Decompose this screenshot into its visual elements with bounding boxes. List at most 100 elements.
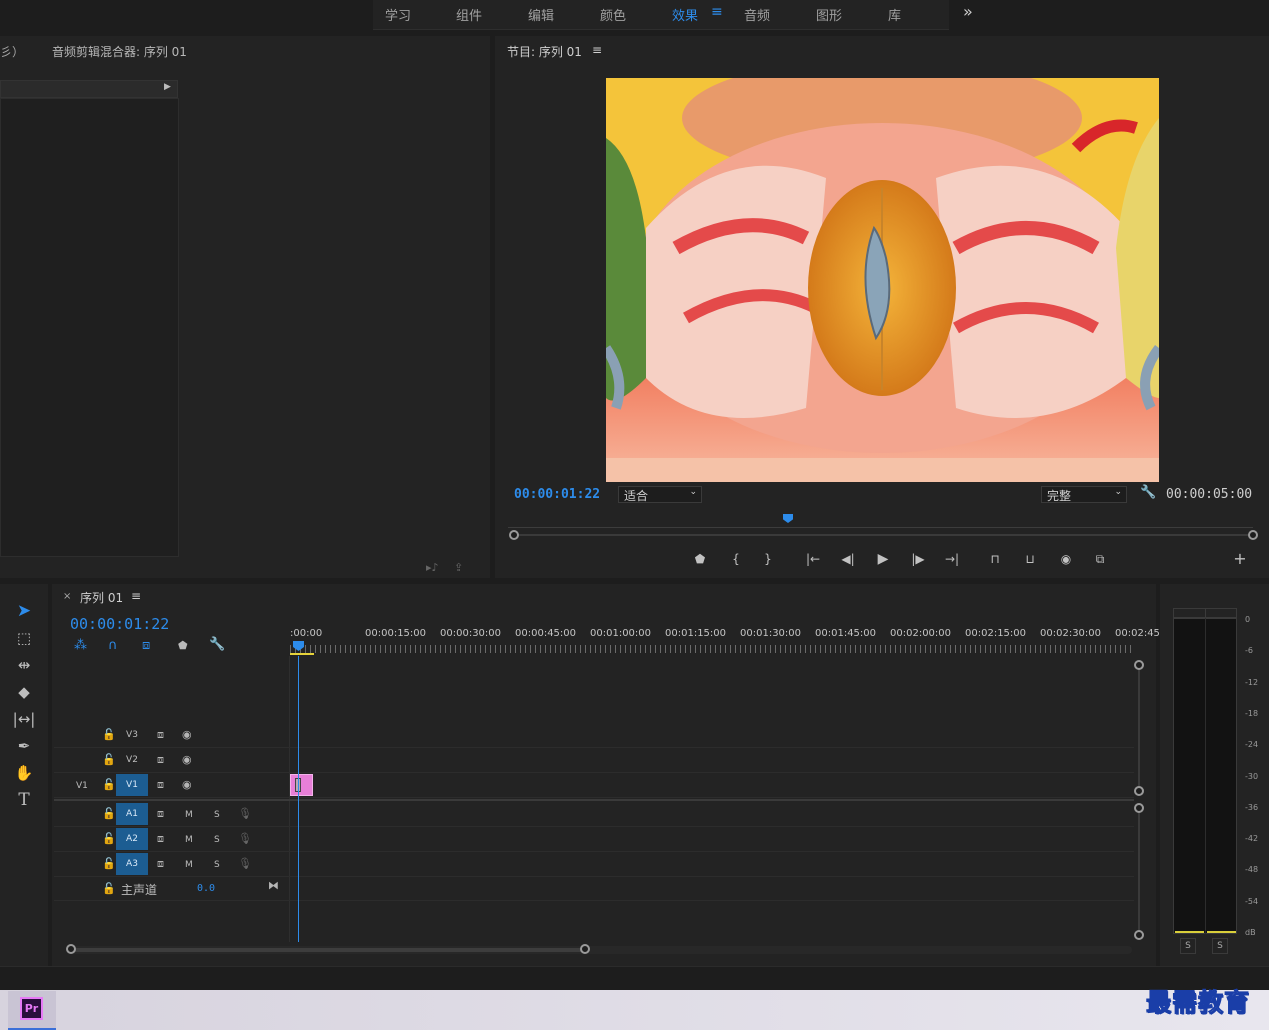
program-zoom-bar[interactable] — [513, 534, 1253, 536]
workspace-overflow-icon[interactable]: » — [963, 2, 973, 21]
expand-right-icon[interactable]: ▶ — [164, 82, 171, 92]
horizontal-scroll-thumb[interactable] — [70, 948, 585, 952]
timeline-tab-menu-icon[interactable]: ≡ — [131, 589, 141, 603]
h-scroll-handle-right[interactable] — [580, 944, 590, 954]
lock-icon[interactable]: 🔓 — [102, 882, 116, 895]
add-marker-icon[interactable]: ⬟ — [690, 549, 710, 569]
timeline-timecode[interactable]: 00:00:01:22 — [70, 615, 169, 633]
lock-icon[interactable]: 🔓 — [102, 807, 116, 820]
mark-out-icon[interactable]: } — [758, 549, 778, 569]
workspace-tab[interactable]: 组件 — [456, 5, 482, 24]
go-to-in-icon[interactable]: |← — [803, 549, 823, 569]
ripple-edit-tool-icon[interactable]: ⇹ — [12, 654, 36, 676]
vertical-scrollbar-bottom[interactable] — [1138, 808, 1140, 934]
eye-icon[interactable]: ◉ — [182, 778, 192, 791]
microphone-icon[interactable]: 🎙 — [238, 857, 252, 870]
workspace-tab[interactable]: 图形 — [816, 5, 842, 24]
sync-lock-icon[interactable]: ⧈ — [157, 857, 164, 871]
premiere-app-icon[interactable]: Pr — [20, 997, 43, 1020]
camera-icon[interactable]: ◉ — [1056, 549, 1076, 569]
program-mini-ruler[interactable] — [508, 516, 1253, 528]
source-patch-label[interactable]: V1 — [76, 781, 88, 791]
eye-icon[interactable]: ◉ — [182, 728, 192, 741]
program-current-timecode[interactable]: 00:00:01:22 — [514, 487, 600, 502]
workspace-tab[interactable]: 学习 — [385, 5, 411, 24]
step-back-icon[interactable]: ◀| — [838, 549, 858, 569]
lock-icon[interactable]: 🔓 — [102, 753, 116, 766]
h-scroll-handle-left[interactable] — [66, 944, 76, 954]
audio-output-icon[interactable]: ▸♪ — [426, 561, 439, 574]
workspace-tab[interactable]: 音频 — [744, 5, 770, 24]
solo-button[interactable]: S — [214, 810, 220, 820]
wrench-icon[interactable]: 🔧 — [1140, 485, 1156, 500]
razor-tool-icon[interactable]: ◆ — [12, 681, 36, 703]
mute-button[interactable]: M — [185, 810, 193, 820]
v-scroll-handle-2[interactable] — [1134, 786, 1144, 796]
v-scroll-handle-3[interactable] — [1134, 803, 1144, 813]
mark-in-icon[interactable]: { — [726, 549, 746, 569]
sync-lock-icon[interactable]: ⧈ — [157, 778, 164, 792]
timeline-tab-title[interactable]: 序列 01 — [80, 589, 123, 606]
workspace-menu-icon[interactable]: ≡ — [711, 4, 723, 20]
slip-tool-icon[interactable]: |↔| — [12, 708, 36, 730]
solo-left-button[interactable]: S — [1180, 938, 1196, 954]
extract-icon[interactable]: ⊔ — [1020, 549, 1040, 569]
add-button-icon[interactable]: + — [1230, 549, 1250, 569]
lock-icon[interactable]: 🔓 — [102, 832, 116, 845]
lock-icon[interactable]: 🔓 — [102, 778, 116, 791]
mute-button[interactable]: M — [185, 860, 193, 870]
zoom-handle-left[interactable] — [509, 530, 519, 540]
program-monitor-title[interactable]: 节目: 序列 01 — [507, 43, 582, 60]
eye-icon[interactable]: ◉ — [182, 753, 192, 766]
audio-track-target[interactable]: A2 — [116, 828, 148, 850]
vertical-scrollbar-top[interactable] — [1138, 667, 1140, 791]
microphone-icon[interactable]: 🎙 — [238, 832, 252, 845]
program-monitor-menu-icon[interactable]: ≡ — [592, 43, 602, 57]
timeline-settings-wrench-icon[interactable]: 🔧 — [209, 637, 225, 652]
go-to-out-icon[interactable]: →| — [942, 549, 962, 569]
master-track-value[interactable]: 0.0 — [197, 883, 215, 894]
play-icon[interactable]: ▶ — [873, 549, 893, 569]
video-track-target[interactable]: V1 — [116, 774, 148, 796]
fit-dropdown[interactable]: 适合 ⌄ — [618, 486, 702, 503]
add-marker-icon[interactable]: ⬟ — [178, 639, 188, 652]
snap-icon[interactable]: ∩ — [108, 638, 118, 653]
work-area-bar[interactable] — [290, 653, 314, 655]
workspace-tab[interactable]: 库 — [888, 5, 901, 24]
workspace-tab[interactable]: 颜色 — [600, 5, 626, 24]
quality-dropdown[interactable]: 完整 ⌄ — [1041, 486, 1127, 503]
track-select-tool-icon[interactable]: ⬚ — [12, 627, 36, 649]
microphone-icon[interactable]: 🎙 — [238, 807, 252, 820]
workspace-tab[interactable]: 编辑 — [528, 5, 554, 24]
v-scroll-handle-1[interactable] — [1134, 660, 1144, 670]
workspace-tab[interactable]: 效果 — [672, 5, 698, 24]
audio-track-target[interactable]: A3 — [116, 853, 148, 875]
video-track-target[interactable]: V3 — [116, 724, 148, 746]
step-forward-icon[interactable]: |▶ — [908, 549, 928, 569]
mute-button[interactable]: M — [185, 835, 193, 845]
linked-selection-icon[interactable]: ⧈ — [142, 638, 150, 653]
sync-lock-icon[interactable]: ⧈ — [157, 728, 164, 742]
solo-button[interactable]: S — [214, 835, 220, 845]
audio-clip-mixer-title[interactable]: 音频剪辑混合器: 序列 01 — [52, 43, 187, 60]
lock-icon[interactable]: 🔓 — [102, 728, 116, 741]
selection-tool-icon[interactable]: ➤ — [12, 600, 36, 622]
nest-sequence-icon[interactable]: ⁂ — [74, 638, 87, 653]
go-to-end-icon[interactable]: ⧓ — [268, 879, 279, 892]
solo-right-button[interactable]: S — [1212, 938, 1228, 954]
pen-tool-icon[interactable]: ✒ — [12, 735, 36, 757]
cut-tab-label[interactable]: 彡） — [0, 43, 24, 60]
compare-view-icon[interactable]: ⧉ — [1090, 549, 1110, 569]
solo-button[interactable]: S — [214, 860, 220, 870]
sync-lock-icon[interactable]: ⧈ — [157, 753, 164, 767]
lift-icon[interactable]: ⊓ — [985, 549, 1005, 569]
video-clip[interactable] — [290, 774, 313, 796]
zoom-handle-right[interactable] — [1248, 530, 1258, 540]
lock-icon[interactable]: 🔓 — [102, 857, 116, 870]
type-tool-icon[interactable]: T — [12, 789, 36, 811]
export-icon[interactable]: ⇪ — [454, 561, 463, 574]
video-track-target[interactable]: V2 — [116, 749, 148, 771]
sync-lock-icon[interactable]: ⧈ — [157, 807, 164, 821]
audio-track-target[interactable]: A1 — [116, 803, 148, 825]
sync-lock-icon[interactable]: ⧈ — [157, 832, 164, 846]
